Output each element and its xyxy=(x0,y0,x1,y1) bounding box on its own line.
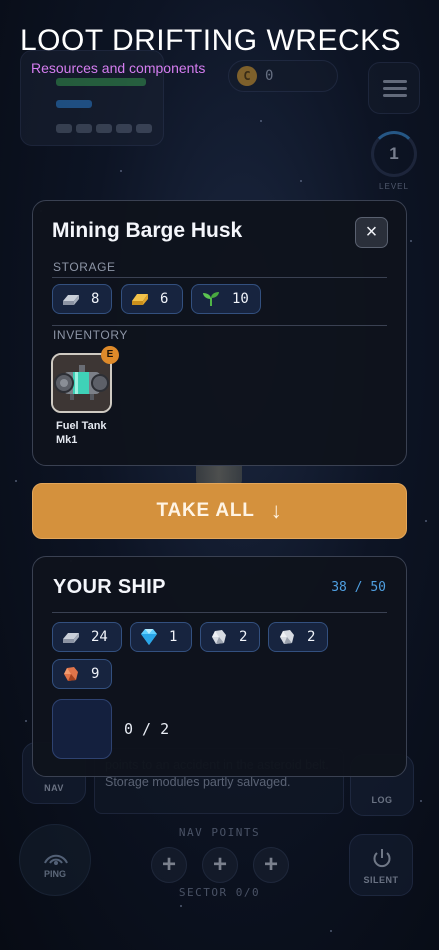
silent-button[interactable]: SILENT xyxy=(349,834,413,896)
energy-bar xyxy=(56,100,92,108)
your-ship-panel: YOUR SHIP 38 / 50 24 1 2 2 9 0 / 2 xyxy=(32,556,407,777)
divider xyxy=(52,277,387,278)
item-name: Fuel Tank Mk1 xyxy=(56,420,107,446)
resource-count: 1 xyxy=(169,629,178,645)
take-all-button[interactable]: TAKE ALL ↓ xyxy=(32,483,407,539)
resource-count: 8 xyxy=(91,291,100,307)
diamond-icon xyxy=(141,629,157,645)
ping-button[interactable]: PING xyxy=(19,824,91,896)
ship-resource-pill[interactable]: 24 xyxy=(52,622,122,652)
divider xyxy=(52,612,387,613)
page-subtitle: Resources and components xyxy=(31,60,206,76)
cargo-capacity: 38 / 50 xyxy=(331,580,386,595)
inventory-item-slot[interactable] xyxy=(51,353,112,413)
inventory-label: INVENTORY xyxy=(53,328,128,342)
coin-icon: C xyxy=(237,66,257,86)
close-button[interactable]: × xyxy=(355,217,388,248)
storage-label: STORAGE xyxy=(53,260,116,274)
silent-label: SILENT xyxy=(363,875,399,885)
menu-button[interactable] xyxy=(368,62,420,114)
signal-icon xyxy=(44,854,68,865)
ship-resource-pill[interactable]: 2 xyxy=(268,622,328,652)
wreck-title: Mining Barge Husk xyxy=(52,219,243,242)
page-title: LOOT DRIFTING WRECKS xyxy=(20,24,402,57)
arrow-down-icon: ↓ xyxy=(270,498,283,523)
ship-resource-pill[interactable]: 9 xyxy=(52,659,112,689)
wreck-loot-panel: Mining Barge Husk × STORAGE 8 6 10 INVEN… xyxy=(32,200,407,466)
ping-label: PING xyxy=(43,869,66,879)
power-icon xyxy=(373,849,391,868)
hull-bar xyxy=(56,78,146,86)
fuel-tank-icon xyxy=(53,355,110,411)
resource-count: 2 xyxy=(239,629,248,645)
add-nav-point-button[interactable]: + xyxy=(253,847,289,883)
module-slot-empty[interactable] xyxy=(52,699,112,759)
ship-resource-pill[interactable]: 2 xyxy=(200,622,260,652)
resource-count: 9 xyxy=(91,666,100,682)
module-slot-count: 0 / 2 xyxy=(124,720,170,738)
hamburger-icon xyxy=(383,80,407,83)
sprout-icon xyxy=(203,292,219,306)
metal-ingot-icon xyxy=(63,295,79,305)
copper-ore-icon xyxy=(64,667,78,681)
level-indicator: 1 xyxy=(371,131,417,177)
add-nav-point-button[interactable]: + xyxy=(202,847,238,883)
gold-ore-icon xyxy=(132,294,148,305)
item-tier-badge: E xyxy=(101,346,119,364)
background-hud: C 0 1 LEVEL NAV LOG points to an acciden… xyxy=(0,0,439,950)
credits-display: C 0 xyxy=(228,60,338,92)
divider xyxy=(52,325,387,326)
resource-count: 6 xyxy=(160,291,169,307)
resource-count: 2 xyxy=(307,629,316,645)
silver-ore-icon xyxy=(212,630,226,644)
resource-count: 24 xyxy=(91,629,108,645)
nav-label: NAV xyxy=(44,783,64,793)
credits-value: 0 xyxy=(265,68,274,84)
storage-resource-pill[interactable]: 10 xyxy=(191,284,261,314)
ship-title: YOUR SHIP xyxy=(53,576,166,598)
metal-ingot-icon xyxy=(63,633,79,643)
ship-resource-pill[interactable]: 1 xyxy=(130,622,192,652)
resource-count: 10 xyxy=(232,291,249,307)
take-all-label: TAKE ALL xyxy=(156,500,255,521)
close-icon: × xyxy=(365,221,378,243)
log-label: LOG xyxy=(371,795,393,805)
add-nav-point-button[interactable]: + xyxy=(151,847,187,883)
silver-ore-icon xyxy=(280,630,294,644)
storage-resource-pill[interactable]: 8 xyxy=(52,284,112,314)
storage-resource-pill[interactable]: 6 xyxy=(121,284,183,314)
level-label: LEVEL xyxy=(379,182,409,191)
